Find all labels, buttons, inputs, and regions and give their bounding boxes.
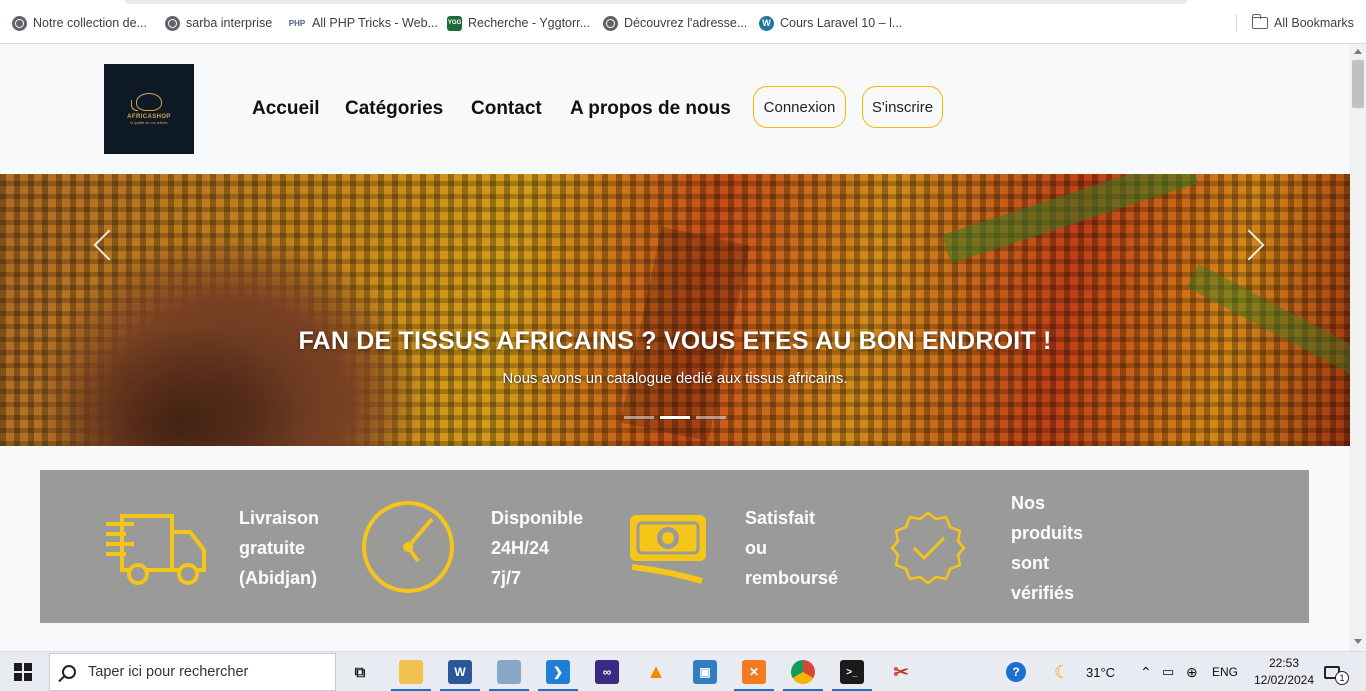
visual-studio-icon[interactable]: ∞ <box>595 660 619 684</box>
carousel-indicator[interactable] <box>624 416 654 419</box>
bookmark-item[interactable]: PHP All PHP Tricks - Web... <box>288 13 438 33</box>
weather-temperature[interactable]: 31°C <box>1086 652 1115 691</box>
scroll-down-icon[interactable] <box>1354 639 1362 644</box>
feature-line: 24H/24 <box>491 538 550 558</box>
feature-line: vérifiés <box>1011 583 1075 603</box>
carousel-subtitle: Nous avons un catalogue dedié aux tissus… <box>502 370 848 387</box>
globe-icon <box>12 15 27 31</box>
vlc-icon[interactable]: ▲ <box>644 660 668 684</box>
php-icon: PHP <box>288 18 306 28</box>
page-scrollbar[interactable] <box>1350 44 1366 651</box>
feature-line: ou <box>745 538 767 558</box>
weather-moon-icon[interactable]: ☾ <box>1054 652 1070 691</box>
feature-line: 7j/7 <box>491 568 522 588</box>
bookmark-label: All PHP Tricks - Web... <box>312 16 438 30</box>
scroll-up-icon[interactable] <box>1354 49 1362 54</box>
site-logo[interactable]: AFRICASHOP la qualité de vos articles <box>104 64 194 154</box>
chevron-up-icon[interactable]: ⌃ <box>1140 652 1152 691</box>
xampp-icon[interactable]: ✕ <box>742 660 766 684</box>
taskbar-search-placeholder: Taper ici pour rechercher <box>88 664 249 680</box>
globe-icon <box>165 15 180 31</box>
photos-icon[interactable] <box>497 660 521 684</box>
nav-link-categories[interactable]: Catégories <box>345 98 443 120</box>
elephant-icon <box>131 93 162 111</box>
windows-start-icon[interactable] <box>14 663 32 681</box>
feature-line: sont <box>1011 553 1049 573</box>
network-globe-icon[interactable]: ⊕ <box>1186 652 1198 691</box>
carousel-indicators <box>624 416 726 419</box>
bookmark-item[interactable]: sarba interprise <box>165 13 272 33</box>
all-bookmarks-label: All Bookmarks <box>1274 16 1354 30</box>
bookmark-label: Recherche - Yggtorr... <box>468 16 591 30</box>
tab-strip-edge <box>125 0 1187 4</box>
features-band: Livraison gratuite (Abidjan) Disponible … <box>40 470 1309 623</box>
verified-badge-icon <box>890 511 966 585</box>
word-icon[interactable]: W <box>448 660 472 684</box>
bookmarks-bar: Notre collection de... sarba interprise … <box>0 0 1366 44</box>
nav-link-contact[interactable]: Contact <box>471 98 542 120</box>
bookmark-item[interactable]: YGG Recherche - Yggtorr... <box>447 13 590 33</box>
feature-line: Satisfait <box>745 508 816 528</box>
feature-availability: Disponible 24H/24 7j/7 <box>491 503 583 593</box>
logo-name: AFRICASHOP <box>127 114 171 120</box>
nav-link-about[interactable]: A propos de nous <box>570 98 731 120</box>
bookmark-item[interactable]: W Cours Laravel 10 – l... <box>759 13 902 33</box>
truck-icon <box>106 514 206 585</box>
windows-taskbar: Taper ici pour rechercher ⧉ W ❯ ∞ ▲ ▣ ✕ … <box>0 651 1366 691</box>
carousel-indicator[interactable] <box>696 416 726 419</box>
ygg-icon: YGG <box>447 15 462 31</box>
signup-button[interactable]: S'inscrire <box>862 86 943 128</box>
feature-line: remboursé <box>745 568 839 588</box>
feature-line: gratuite <box>239 538 306 558</box>
logo-tagline: la qualité de vos articles <box>130 121 168 125</box>
search-icon <box>62 665 76 679</box>
feature-verified: Nos produits sont vérifiés <box>1011 488 1083 608</box>
help-icon[interactable]: ? <box>1006 652 1026 691</box>
money-icon <box>630 515 706 584</box>
carousel-overlay <box>0 174 1350 446</box>
battery-icon[interactable]: ▭ <box>1162 652 1174 691</box>
notification-center-icon[interactable]: 1 <box>1324 652 1354 691</box>
feature-line: Livraison <box>239 508 320 528</box>
bookmark-label: Cours Laravel 10 – l... <box>780 16 903 30</box>
login-button[interactable]: Connexion <box>753 86 846 128</box>
bookmark-label: sarba interprise <box>186 16 273 30</box>
task-view-icon[interactable]: ⧉ <box>348 660 372 684</box>
notification-count: 1 <box>1335 671 1349 685</box>
feature-line: Disponible <box>491 508 584 528</box>
language-indicator[interactable]: ENG <box>1212 652 1238 691</box>
wordpress-icon: W <box>759 15 774 31</box>
clock-icon <box>362 501 454 593</box>
snipping-tool-icon[interactable]: ✂ <box>889 660 913 684</box>
folder-icon <box>1251 14 1268 29</box>
site-header: AFRICASHOP la qualité de vos articles Ac… <box>0 44 1350 174</box>
carousel-indicator-active[interactable] <box>660 416 690 419</box>
feature-delivery: Livraison gratuite (Abidjan) <box>239 503 319 593</box>
bookmark-item[interactable]: Notre collection de... <box>12 13 147 33</box>
virtualbox-icon[interactable]: ▣ <box>693 660 717 684</box>
file-explorer-icon[interactable] <box>399 660 423 684</box>
clock-time: 22:53 <box>1268 656 1300 670</box>
hero-carousel: FAN DE TISSUS AFRICAINS ? VOUS ETES AU B… <box>0 174 1350 446</box>
feature-guarantee: Satisfait ou remboursé <box>745 503 838 593</box>
terminal-icon[interactable]: >_ <box>840 660 864 684</box>
bookmark-label: Notre collection de... <box>33 16 147 30</box>
globe-icon <box>603 15 618 31</box>
chrome-icon[interactable] <box>791 660 815 684</box>
scroll-thumb[interactable] <box>1352 60 1364 108</box>
nav-link-accueil[interactable]: Accueil <box>252 98 320 120</box>
all-bookmarks-button[interactable]: All Bookmarks <box>1251 13 1354 33</box>
carousel-title: FAN DE TISSUS AFRICAINS ? VOUS ETES AU B… <box>298 327 1052 355</box>
feature-line: (Abidjan) <box>239 568 317 588</box>
bookmark-item[interactable]: Découvrez l'adresse... <box>603 13 747 33</box>
vscode-icon[interactable]: ❯ <box>546 660 570 684</box>
system-clock[interactable]: 22:53 12/02/2024 <box>1244 655 1324 689</box>
feature-line: produits <box>1011 523 1083 543</box>
bookmark-label: Découvrez l'adresse... <box>624 16 748 30</box>
bookmarks-separator <box>1236 14 1237 32</box>
taskbar-search[interactable]: Taper ici pour rechercher <box>49 653 336 691</box>
feature-line: Nos <box>1011 493 1046 513</box>
clock-date: 12/02/2024 <box>1253 673 1315 687</box>
